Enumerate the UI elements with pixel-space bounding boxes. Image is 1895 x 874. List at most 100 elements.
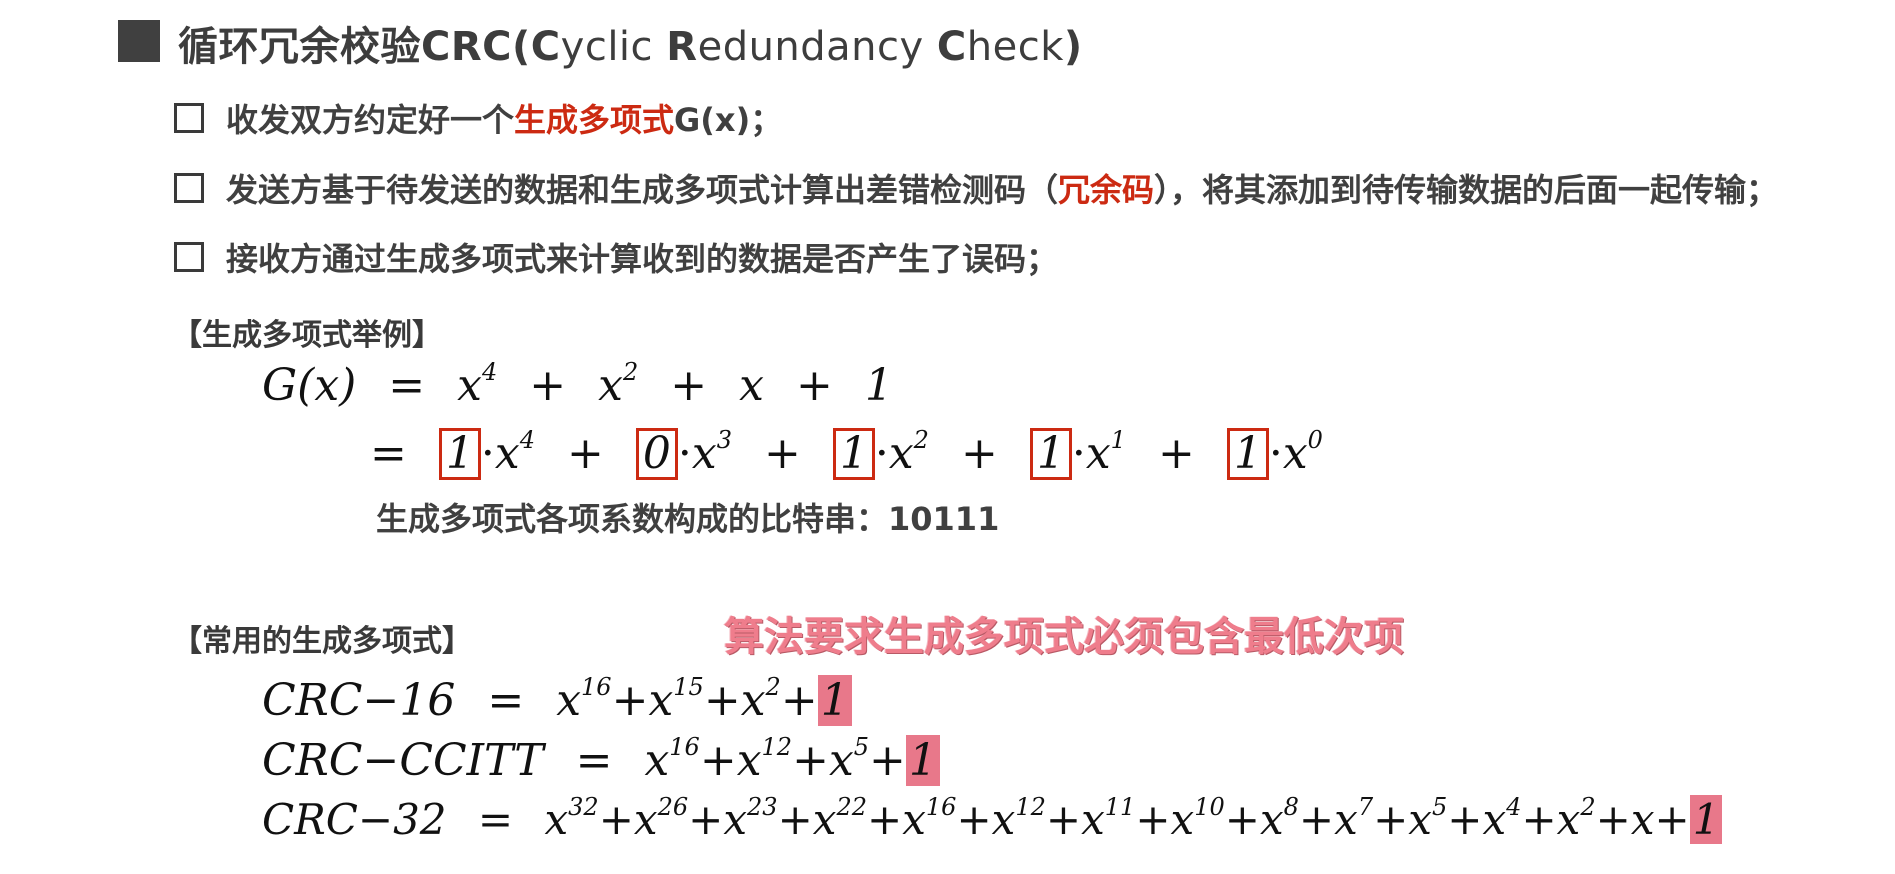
coefficient-box: 1 [438,428,481,480]
title-word-edundancy: edundancy [697,24,937,70]
plus-sign: + [1224,795,1260,844]
term-x4-exp: 4 [482,358,498,387]
term-exp: 0 [1307,426,1323,455]
term-base: x [1482,795,1507,844]
term-exp: 1 [1110,426,1126,455]
term-base: x [494,428,520,479]
bullet-3: 接收方通过生成多项式来计算收到的数据是否产生了误码； [174,234,1058,280]
term-base: x [1408,795,1432,844]
mult-dot: · [1071,428,1086,479]
checkbox-icon [174,242,204,272]
plus-sign: + [960,428,998,479]
term-base: x [991,795,1016,844]
plus-sign: + [598,795,634,844]
page-title: 循环冗余校验CRC(Cyclic Redundancy Check) [178,14,1083,72]
title-letter-c2: C [936,24,967,70]
plus-sign: + [1447,795,1483,844]
term-exp: 16 [669,733,700,762]
term-base: x [888,428,914,479]
term-exp: 10 [1194,793,1225,821]
plus-sign: + [1135,795,1171,844]
crc16-formula: CRC−16 = x16+x15+x2+1 [262,673,852,726]
equation-line-1: G(x) = x4 + x2 + x + 1 [262,358,893,411]
eq-sign: = [388,360,426,411]
mult-dot: · [677,428,692,479]
bullet-1-text: 收发双方约定好一个 [226,101,515,139]
term-exp: 4 [1506,793,1522,821]
crc-ccitt-terms: x16+x12+x5+ [644,733,906,786]
term-x: x [739,360,764,411]
term-base: x [1259,795,1284,844]
bitstring-caption: 生成多项式各项系数构成的比特串：10111 [376,500,1000,538]
crc32-terms: x32+x26+x23+x22+x16+x12+x11+x10+x8+x7+x5… [544,793,1631,844]
bullet-2-text: 发送方基于待发送的数据和生成多项式计算出差错检测码（ [226,171,1059,209]
plus-sign: + [1157,428,1195,479]
title-word-heck: heck [966,24,1064,70]
mult-dot: · [1268,428,1283,479]
term-exp: 2 [913,426,929,455]
title-letter-r: R [666,24,698,70]
plus-sign: + [688,795,724,844]
plus-sign: + [867,795,903,844]
example-heading: 【生成多项式举例】 [172,318,442,353]
eq-sign: = [477,795,514,844]
term-exp: 16 [925,793,957,821]
checkbox-icon [174,103,204,133]
eq-sign: = [370,428,407,479]
title-letter-c: C [530,24,561,70]
crc32-name: CRC−32 [262,795,447,844]
plus-sign: + [795,360,833,411]
term-base: x [691,428,717,479]
plus-sign: + [763,428,801,479]
eq-sign: = [487,675,525,726]
term-constant: 1 [864,360,893,411]
plus-sign: + [1595,795,1631,844]
common-heading: 【常用的生成多项式】 [172,624,472,659]
bullet-1: 收发双方约定好一个生成多项式G(x)； [174,95,782,141]
bullet-1-highlight: 生成多项式 [514,101,675,139]
term-exp: 12 [1015,793,1046,821]
bullet-1-tail: G(x)； [674,101,783,139]
coefficient-box: 1 [832,428,875,480]
plus-sign: + [777,795,813,844]
plus-sign: + [1373,795,1409,844]
crc-ccitt-name: CRC−CCITT [262,735,544,786]
term-exp: 5 [853,733,870,762]
bullet-2-highlight: 冗余码 [1058,171,1155,209]
title-suffix: ) [1063,24,1083,70]
term-x2-base: x [598,360,623,411]
term-exp: 23 [747,793,778,821]
term-base: x [723,795,748,844]
term-exp: 2 [765,673,781,702]
lowest-term-highlight: 1 [1689,795,1723,844]
crc16-name: CRC−16 [262,675,456,726]
term-exp: 11 [1104,793,1136,821]
term-base: x [1085,428,1111,479]
coefficient-box: 1 [1226,428,1269,480]
term-exp: 15 [673,673,704,702]
term-exp: 22 [836,793,867,821]
term-exp: 26 [657,793,689,821]
mult-dot: · [874,428,889,479]
mult-dot: · [480,428,495,479]
term-exp: 7 [1357,793,1374,821]
term-x: x [1630,795,1655,844]
lowest-term-highlight: 1 [905,735,940,786]
equation-line-2: = 1 ·x4 + 0 ·x3 + 1 ·x2 + 1 ·x1 + 1 ·x0 [370,426,1323,480]
plus-sign: + [1298,795,1335,844]
term-base: x [902,795,926,844]
bullet-2-tail: ），将其添加到待传输数据的后面一起传输； [1154,171,1779,209]
lowest-term-highlight: 1 [817,675,852,726]
title-prefix: 循环冗余校验CRC( [178,24,531,70]
crc-ccitt-formula: CRC−CCITT = x16+x12+x5+1 [262,733,940,786]
term-base: x [1556,795,1581,844]
term-exp: 4 [519,426,535,455]
coefficient-box: 0 [635,428,678,480]
requirement-note: 算法要求生成多项式必须包含最低次项 [724,614,1404,660]
term-base: x [1170,795,1195,844]
plus-sign: + [1521,795,1557,844]
bullet-2: 发送方基于待发送的数据和生成多项式计算出差错检测码（冗余码），将其添加到待传输数… [174,165,1778,211]
title-square-icon [118,20,160,62]
checkbox-icon [174,173,204,203]
plus-sign: + [566,428,604,479]
